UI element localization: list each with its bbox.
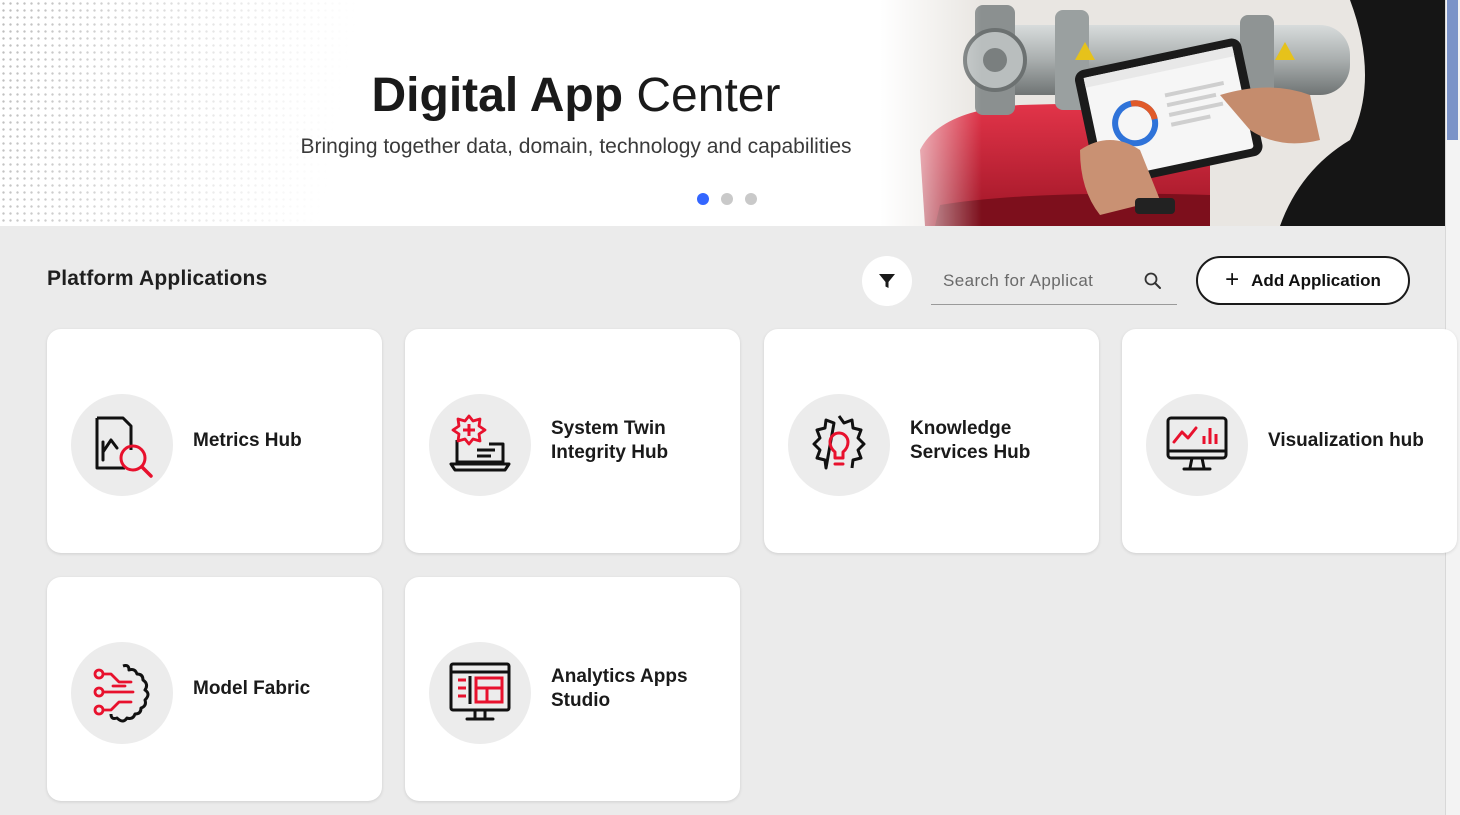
hero-image [880, 0, 1445, 226]
app-card-icon-circle [1146, 394, 1248, 496]
filter-button[interactable] [862, 256, 912, 306]
app-card-analytics-apps-studio[interactable]: Analytics Apps Studio [405, 577, 740, 801]
carousel-dot-2[interactable] [721, 193, 733, 205]
hero-title-bold: Digital App [371, 69, 624, 122]
plus-icon: + [1225, 265, 1240, 293]
section-title: Platform Applications [47, 267, 268, 290]
hero-title-light: Center [636, 69, 781, 122]
app-card-icon-circle [788, 394, 890, 496]
system-twin-icon [449, 414, 511, 472]
industrial-tablet-illustration [880, 0, 1445, 226]
app-card-metrics-hub[interactable]: Metrics Hub [47, 329, 382, 553]
monitor-chart-icon [1166, 416, 1228, 471]
add-application-label: Add Application [1251, 270, 1381, 290]
app-card-icon-circle [71, 642, 173, 744]
app-card-knowledge-services-hub[interactable]: Knowledge Services Hub [764, 329, 1099, 553]
page-scrollbar-thumb[interactable] [1447, 0, 1458, 140]
hero-banner: Digital App Center Bringing together dat… [0, 0, 1445, 226]
analytics-studio-icon [449, 662, 511, 721]
app-card-title: Knowledge Services Hub [910, 418, 1031, 463]
gear-lightbulb-icon [812, 415, 866, 470]
filter-icon [879, 274, 895, 288]
app-card-icon-circle [429, 642, 531, 744]
add-application-button[interactable]: + Add Application [1196, 256, 1410, 305]
search-input[interactable] [943, 268, 1093, 294]
app-card-title: Model Fabric [193, 678, 311, 699]
carousel-dot-1[interactable] [697, 193, 709, 205]
app-card-title: Analytics Apps Studio [551, 666, 688, 711]
model-fabric-icon [93, 664, 150, 723]
metrics-search-icon [95, 416, 153, 478]
search-icon[interactable] [1142, 270, 1164, 292]
app-card-title: Metrics Hub [193, 430, 302, 451]
app-card-visualization-hub[interactable]: Visualization hub [1122, 329, 1457, 553]
app-card-icon-circle [71, 394, 173, 496]
app-card-title: System Twin Integrity Hub [551, 418, 669, 463]
carousel-indicator [697, 193, 757, 205]
app-card-model-fabric[interactable]: Model Fabric [47, 577, 382, 801]
app-card-icon-circle [429, 394, 531, 496]
app-card-title: Visualization hub [1268, 430, 1424, 451]
carousel-dot-3[interactable] [745, 193, 757, 205]
search-field[interactable] [931, 258, 1177, 305]
app-card-system-twin-integrity-hub[interactable]: System Twin Integrity Hub [405, 329, 740, 553]
